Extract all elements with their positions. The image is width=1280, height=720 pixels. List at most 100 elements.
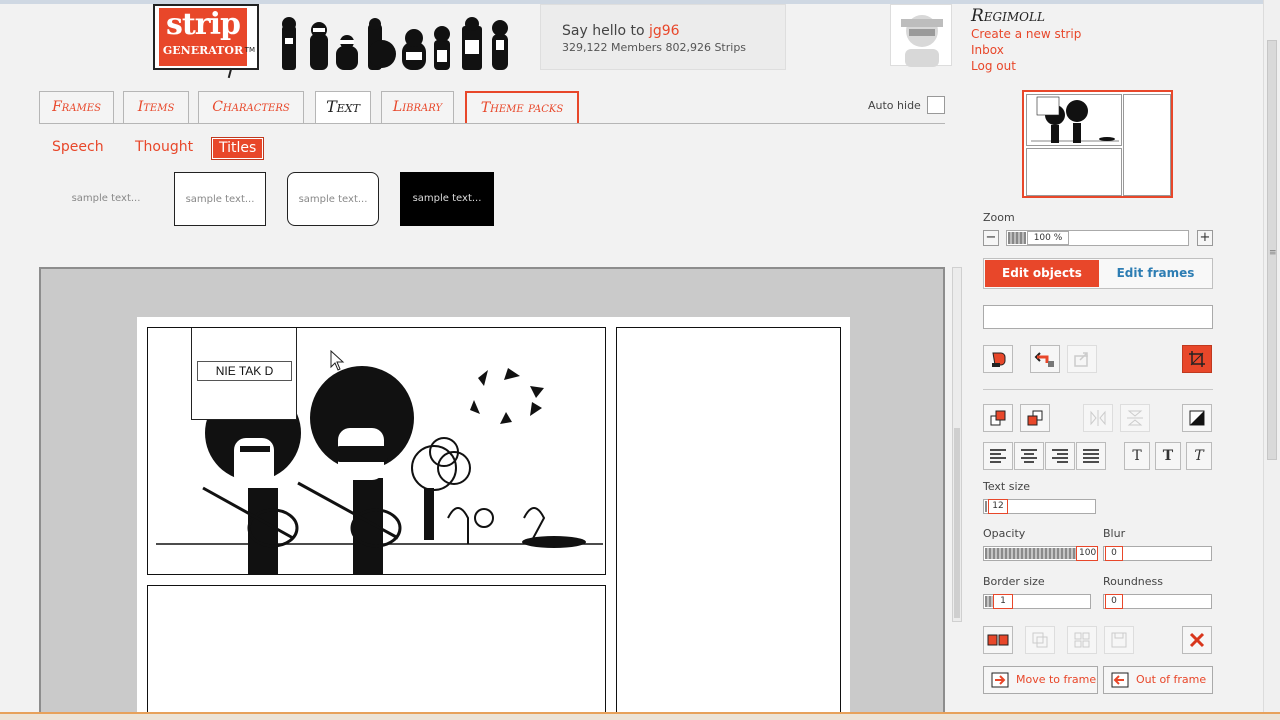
invert-colors-button[interactable] — [1182, 404, 1212, 432]
ungroup-button[interactable] — [1025, 626, 1055, 654]
title-style-boxed[interactable]: sample text... — [174, 172, 266, 226]
crop-button[interactable] — [1182, 345, 1212, 373]
move-to-frame-label: Move to frame — [1016, 673, 1097, 686]
share-icon — [1074, 352, 1088, 367]
panel-divider — [983, 389, 1213, 390]
move-to-frame-button[interactable]: Move to frame — [983, 666, 1098, 694]
tab-characters[interactable]: Characters — [198, 91, 304, 124]
title-style-plain[interactable]: sample text... — [60, 172, 152, 226]
inbox-link[interactable]: Inbox — [971, 43, 1004, 57]
group-button[interactable] — [983, 626, 1013, 654]
align-justify-button[interactable] — [1076, 442, 1106, 470]
hello-username-link[interactable]: jg96 — [649, 23, 680, 39]
tab-items[interactable]: Items — [123, 91, 189, 124]
grid-button[interactable] — [1067, 626, 1097, 654]
crop-icon — [1189, 351, 1205, 367]
site-stats: 329,122 Members 802,926 Strips — [562, 41, 747, 54]
title-style-inverted[interactable]: sample text... — [400, 172, 494, 226]
username-heading: Regimoll — [971, 6, 1045, 26]
title-text-input[interactable]: NIE TAK D — [197, 361, 292, 381]
subtab-titles[interactable]: Titles — [211, 137, 265, 160]
object-name-field[interactable] — [983, 305, 1213, 329]
taskbar-edge — [0, 712, 1280, 720]
roundness-label: Roundness — [1103, 575, 1164, 588]
blur-slider[interactable]: 0 — [1103, 546, 1212, 561]
grid-icon — [1074, 632, 1090, 648]
thumbnail-frame-3 — [1026, 148, 1122, 196]
edit-frames-button[interactable]: Edit frames — [1099, 260, 1212, 287]
comic-frame-2[interactable] — [616, 327, 841, 712]
text-size-slider[interactable]: 12 — [983, 499, 1096, 514]
border-size-label: Border size — [983, 575, 1045, 588]
zoom-value: 100 % — [1027, 231, 1069, 245]
mouse-cursor-icon — [330, 350, 345, 371]
tab-frames[interactable]: Frames — [39, 91, 114, 124]
tab-theme-packs[interactable]: Theme packs — [465, 91, 579, 124]
text-size-fill — [985, 501, 987, 512]
undo-button[interactable] — [1030, 345, 1060, 373]
title-text-box[interactable]: NIE TAK D — [191, 328, 297, 420]
autohide-checkbox[interactable] — [927, 96, 945, 114]
bring-forward-button[interactable] — [983, 404, 1013, 432]
thumbnail-frame-2 — [1123, 94, 1171, 196]
comic-page: NIE TAK D — [137, 317, 850, 712]
delete-button[interactable] — [1182, 626, 1212, 654]
border-size-value: 1 — [993, 594, 1013, 609]
canvas-scrollbar-thumb[interactable] — [954, 428, 960, 618]
strip-thumbnail[interactable] — [1022, 90, 1173, 198]
boxing-glove-button[interactable] — [983, 345, 1013, 373]
opacity-slider[interactable]: 100 — [983, 546, 1098, 561]
hello-line: Say hello to jg96 — [562, 23, 680, 39]
align-left-icon — [990, 449, 1006, 463]
page-scrollbar[interactable]: ≡ — [1263, 0, 1280, 712]
zoom-in-button[interactable]: + — [1197, 230, 1213, 246]
align-right-icon — [1052, 449, 1068, 463]
boxing-glove-icon — [992, 352, 1006, 367]
comic-frame-1[interactable]: NIE TAK D — [147, 327, 606, 575]
canvas-scrollbar[interactable] — [952, 267, 962, 622]
roundness-value: 0 — [1105, 594, 1123, 609]
align-left-button[interactable] — [983, 442, 1013, 470]
avatar[interactable] — [890, 4, 952, 67]
roundness-slider[interactable]: 0 — [1103, 594, 1212, 609]
tab-library[interactable]: Library — [381, 91, 454, 124]
zoom-slider[interactable]: 100 % — [1006, 230, 1189, 246]
logo-word-generator: GENERATOR — [162, 44, 244, 57]
zoom-slider-fill — [1008, 232, 1026, 244]
logo-word-strip: strip — [166, 7, 241, 42]
align-right-button[interactable] — [1045, 442, 1075, 470]
subtab-speech[interactable]: Speech — [45, 137, 111, 160]
out-of-frame-button[interactable]: Out of frame — [1103, 666, 1213, 694]
invert-colors-icon — [1189, 410, 1205, 426]
ungroup-icon — [1032, 632, 1048, 648]
border-size-slider[interactable]: 1 — [983, 594, 1091, 609]
text-size-label: Text size — [983, 480, 1031, 493]
font-italic-button[interactable]: T — [1186, 442, 1212, 470]
zoom-out-button[interactable]: − — [983, 230, 999, 246]
scrollbar-grip-icon: ≡ — [1269, 248, 1277, 258]
font-regular-button[interactable]: T — [1124, 442, 1150, 470]
comic-frame-3[interactable] — [147, 585, 606, 712]
share-button[interactable] — [1067, 345, 1097, 373]
create-strip-link[interactable]: Create a new strip — [971, 27, 1081, 41]
save-button[interactable] — [1104, 626, 1134, 654]
align-center-button[interactable] — [1014, 442, 1044, 470]
align-justify-icon — [1083, 449, 1099, 463]
out-of-frame-icon — [1111, 672, 1129, 688]
flip-vertical-icon — [1127, 410, 1143, 426]
logo-trademark: TM — [244, 46, 255, 54]
tab-baseline — [39, 123, 945, 124]
flip-horizontal-button[interactable] — [1083, 404, 1113, 432]
title-style-rounded[interactable]: sample text... — [287, 172, 379, 226]
tab-text[interactable]: Text — [315, 91, 371, 124]
strip-generator-logo[interactable]: strip GENERATOR TM — [153, 4, 259, 79]
subtab-thought[interactable]: Thought — [128, 137, 200, 160]
logout-link[interactable]: Log out — [971, 59, 1016, 73]
flip-horizontal-icon — [1090, 410, 1106, 426]
send-backward-button[interactable] — [1020, 404, 1050, 432]
edit-objects-button[interactable]: Edit objects — [985, 260, 1099, 287]
text-size-value: 12 — [988, 499, 1008, 514]
comic-canvas[interactable]: NIE TAK D — [39, 267, 945, 712]
flip-vertical-button[interactable] — [1120, 404, 1150, 432]
font-bold-button[interactable]: T — [1155, 442, 1181, 470]
